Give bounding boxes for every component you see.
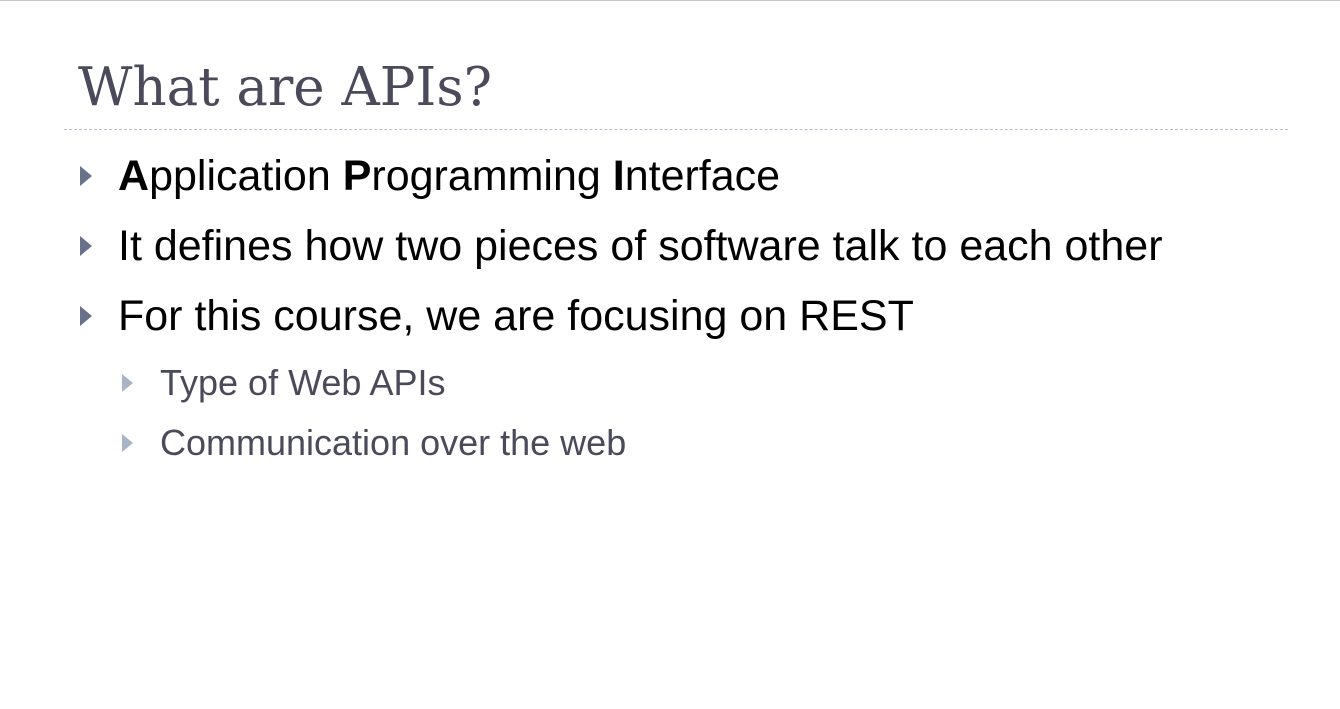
triangle-right-icon: [80, 236, 92, 256]
triangle-right-icon: [122, 434, 133, 452]
triangle-right-icon: [122, 374, 133, 392]
slide-title: What are APIs?: [78, 57, 492, 118]
bold-initial: P: [342, 151, 372, 200]
bullet-text: It defines how two pieces of software ta…: [118, 221, 1163, 270]
bullet-item: It defines how two pieces of software ta…: [80, 216, 1163, 276]
bold-initial: A: [118, 151, 150, 200]
bullet-item: Application Programming Interface: [80, 146, 780, 206]
sub-bullet-item: Communication over the web: [122, 418, 626, 468]
triangle-right-icon: [80, 166, 92, 186]
triangle-right-icon: [80, 306, 92, 326]
bullet-text: For this course, we are focusing on REST: [118, 291, 914, 340]
text-segment: nterface: [624, 151, 781, 200]
sub-bullet-text: Communication over the web: [160, 422, 627, 463]
text-segment: pplication: [149, 151, 343, 200]
bullet-text: Application Programming Interface: [118, 152, 780, 201]
sub-bullet-text: Type of Web APIs: [160, 362, 446, 403]
title-divider: [64, 129, 1288, 130]
slide: What are APIs? Application Programming I…: [0, 0, 1340, 709]
bullet-item: For this course, we are focusing on REST: [80, 286, 914, 346]
bold-initial: I: [612, 151, 625, 200]
text-segment: rogramming: [371, 151, 613, 200]
sub-bullet-item: Type of Web APIs: [122, 358, 446, 408]
